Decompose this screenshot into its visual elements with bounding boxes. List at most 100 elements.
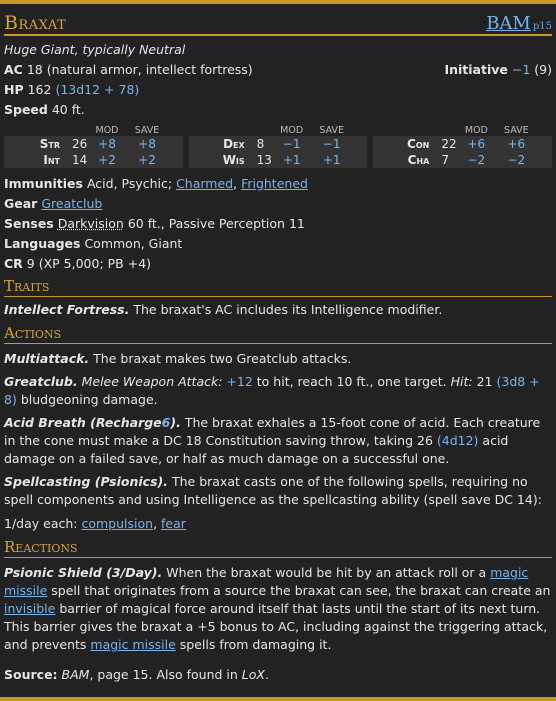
statblock-page: Braxat BAM p15 Huge Giant, typically Neut… <box>0 0 556 701</box>
reaction-psionic-shield: Psionic Shield (3/Day). When the braxat … <box>4 564 552 654</box>
bottom-border <box>0 697 556 701</box>
ability-save[interactable]: +8 <box>128 137 166 151</box>
damage-formula[interactable]: (4d12) <box>437 433 479 448</box>
source-abbrev[interactable]: BAM <box>486 13 531 34</box>
senses-row: Senses Darkvision 60 ft., Passive Percep… <box>4 214 552 234</box>
languages-row: Languages Common, Giant <box>4 234 552 254</box>
trait-intellect-fortress: Intellect Fortress. The braxat's AC incl… <box>4 301 552 319</box>
ability-save[interactable]: +1 <box>313 153 351 167</box>
ability-mod[interactable]: +8 <box>86 137 128 151</box>
ability-row-cha: Cha 7 −2 −2 <box>373 152 552 168</box>
action-multiattack: Multiattack. The braxat makes two Greatc… <box>4 350 552 368</box>
hp-row: HP 162 (13d12 + 78) <box>4 80 552 100</box>
initiative-mod[interactable]: −1 <box>512 62 530 77</box>
attack-type: Melee Weapon Attack: <box>81 374 223 389</box>
ability-name: Wis <box>222 153 245 167</box>
ac-row: AC 18 (natural armor, intellect fortress… <box>4 60 552 80</box>
ability-save[interactable]: −2 <box>497 153 535 167</box>
ability-row-con: Con 22 +6 +6 <box>373 136 552 152</box>
action-name: Greatclub. <box>4 374 78 389</box>
section-title-traits: Traits <box>4 276 552 297</box>
source-footer: Source: BAM, page 15. Also found in LoX. <box>4 666 552 684</box>
ability-mod[interactable]: −1 <box>271 137 313 151</box>
immunities-text: Acid, Psychic; <box>86 176 173 191</box>
ability-score: 26 <box>72 137 88 151</box>
ability-save[interactable]: +6 <box>497 137 535 151</box>
immunities-label: Immunities <box>4 176 83 191</box>
ac-label: AC <box>4 62 23 77</box>
statblock: Braxat BAM p15 Huge Giant, typically Neut… <box>0 4 556 684</box>
spell-link-fear[interactable]: fear <box>161 516 186 531</box>
ability-row-int: Int 14 +2 +2 <box>4 152 183 168</box>
ability-name: Con <box>407 137 430 151</box>
ability-mod[interactable]: +1 <box>271 153 313 167</box>
speed-label: Speed <box>4 102 48 117</box>
ability-header: MOD SAVE <box>373 122 552 136</box>
source-page: p15 <box>532 21 552 32</box>
ability-score: 7 <box>441 153 449 167</box>
senses-text: 60 ft., Passive Perception 11 <box>127 216 305 231</box>
creature-name: Braxat <box>4 12 67 34</box>
attack-bonus[interactable]: +12 <box>226 374 252 389</box>
mod-header: MOD <box>464 125 488 136</box>
ability-score: 13 <box>256 153 272 167</box>
action-name: Spellcasting (Psionics). <box>4 474 168 489</box>
condition-link-frightened[interactable]: Frightened <box>241 176 308 191</box>
statblock-header: Braxat BAM p15 <box>4 4 552 36</box>
cr-label: CR <box>4 256 23 271</box>
hp-formula[interactable]: (13d12 + 78) <box>55 82 139 97</box>
gear-row: Gear Greatclub <box>4 194 552 214</box>
source-book: BAM <box>61 667 90 682</box>
condition-link-charmed[interactable]: Charmed <box>176 176 233 191</box>
ability-score: 14 <box>72 153 88 167</box>
reaction-text-4: spells from damaging it. <box>179 637 332 652</box>
action-spellcasting: Spellcasting (Psionics). The braxat cast… <box>4 473 552 509</box>
ability-row-wis: Wis 13 +1 +1 <box>189 152 368 168</box>
ability-save[interactable]: −1 <box>313 137 351 151</box>
attack-text: to hit, reach 10 ft., one target. <box>256 374 447 389</box>
action-name-close: ). <box>170 415 181 430</box>
type-line: Huge Giant, typically Neutral <box>4 42 186 57</box>
ability-score: 22 <box>441 137 457 151</box>
cr-text: 9 (XP 5,000; PB +4) <box>26 256 152 271</box>
sense-darkvision[interactable]: Darkvision <box>58 216 124 231</box>
hit-label: Hit: <box>450 374 473 389</box>
spell-list: 1/day each: compulsion, fear <box>4 516 186 531</box>
ability-scores: MOD SAVE Str 26 +8 +8 Int 14 +2 +2 MOD SAVE Dex 8… <box>4 122 553 168</box>
item-link-greatclub[interactable]: Greatclub <box>41 196 102 211</box>
ability-column-1: MOD SAVE Str 26 +8 +8 Int 14 +2 +2 <box>4 122 183 168</box>
ability-mod[interactable]: +2 <box>86 153 128 167</box>
speed-row: Speed 40 ft. <box>4 100 552 120</box>
action-name: Multiattack. <box>4 351 90 366</box>
trait-text: The braxat's AC includes its Intelligenc… <box>133 302 443 317</box>
spell-link-compulsion[interactable]: compulsion <box>81 516 153 531</box>
source-link[interactable]: BAM p15 <box>486 13 552 34</box>
action-greatclub: Greatclub. Melee Weapon Attack: +12 to h… <box>4 373 552 409</box>
ability-column-3: MOD SAVE Con 22 +6 +6 Cha 7 −2 −2 <box>373 122 553 168</box>
spell-link-magic-missile-2[interactable]: magic missile <box>90 637 175 652</box>
ability-save[interactable]: +2 <box>128 153 166 167</box>
cr-row: CR 9 (XP 5,000; PB +4) <box>4 254 552 274</box>
mod-header: MOD <box>95 125 119 136</box>
senses-label: Senses <box>4 216 54 231</box>
ability-column-2: MOD SAVE Dex 8 −1 −1 Wis 13 +1 +1 <box>188 122 368 168</box>
gear-label: Gear <box>4 196 38 211</box>
ability-mod[interactable]: +6 <box>455 137 497 151</box>
reaction-text-2: spell that originates from a source the … <box>51 583 551 598</box>
source-text: , page 15. Also found in <box>89 667 238 682</box>
ability-score: 8 <box>256 137 265 151</box>
condition-link-invisible[interactable]: invisible <box>4 601 55 616</box>
reaction-name: Psionic Shield (3/Day). <box>4 565 163 580</box>
languages-label: Languages <box>4 236 81 251</box>
ac-value: 18 (natural armor, intellect fortress) <box>26 62 253 77</box>
initiative-score: (9) <box>534 62 552 77</box>
ability-mod[interactable]: −2 <box>455 153 497 167</box>
ability-name: Int <box>43 153 60 167</box>
ability-name: Str <box>39 137 60 151</box>
hp-label: HP <box>4 82 24 97</box>
reaction-text-1: When the braxat would be hit by an attac… <box>166 565 487 580</box>
action-acid-breath: Acid Breath (Recharge6). The braxat exha… <box>4 414 552 468</box>
spell-frequency: 1/day each: <box>4 516 78 531</box>
section-title-reactions: Reactions <box>4 537 552 558</box>
action-name: Acid Breath (Recharge <box>4 415 162 430</box>
